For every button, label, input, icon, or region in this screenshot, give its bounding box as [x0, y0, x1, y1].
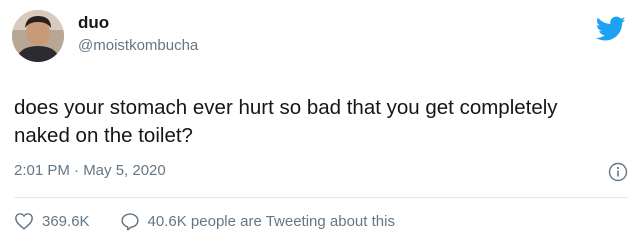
- discussion-text: 40.6K people are Tweeting about this: [147, 212, 395, 230]
- tweet-timestamp[interactable]: 2:01 PM · May 5, 2020: [14, 162, 166, 179]
- tweet-actions: 369.6K 40.6K people are Tweeting about t…: [14, 210, 395, 232]
- heart-icon: [15, 213, 33, 230]
- like-count: 369.6K: [42, 212, 90, 230]
- avatar-photo: [12, 10, 64, 62]
- tweet-card: duo @moistkombucha does your stomach eve…: [0, 0, 640, 245]
- info-icon[interactable]: [608, 162, 628, 182]
- comment-bubble-icon: [120, 212, 139, 231]
- user-handle[interactable]: @moistkombucha: [78, 37, 198, 54]
- tweet-text: does your stomach ever hurt so bad that …: [14, 96, 558, 147]
- twitter-bird-icon[interactable]: [596, 16, 626, 42]
- like-button[interactable]: 369.6K: [14, 212, 90, 230]
- avatar[interactable]: [12, 10, 64, 62]
- display-name[interactable]: duo: [78, 13, 109, 33]
- tweet-discussion-link[interactable]: 40.6K people are Tweeting about this: [120, 212, 395, 231]
- divider: [14, 197, 628, 198]
